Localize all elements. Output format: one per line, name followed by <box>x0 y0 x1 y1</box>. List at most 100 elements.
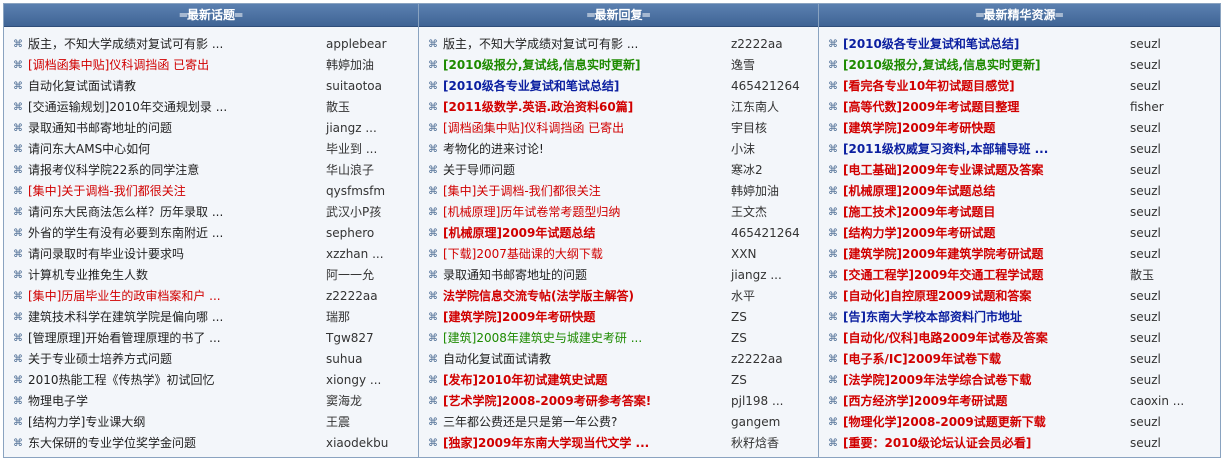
topic-link[interactable]: 考物化的进来讨论! <box>443 139 723 160</box>
author-link[interactable]: 窦海龙 <box>326 391 362 412</box>
author-link[interactable]: 毕业到 ... <box>326 139 377 160</box>
author-link[interactable]: suitaotoa <box>326 76 382 97</box>
author-link[interactable]: 水平 <box>731 286 755 307</box>
topic-link[interactable]: [看完各专业10年初试题目感觉] <box>843 76 1133 97</box>
author-link[interactable]: 江东南人 <box>731 97 779 118</box>
author-link[interactable]: 逸雪 <box>731 55 755 76</box>
author-link[interactable]: seuzl <box>1130 55 1161 76</box>
author-link[interactable]: seuzl <box>1130 286 1161 307</box>
author-link[interactable]: qysfmsfm <box>326 181 385 202</box>
author-link[interactable]: caoxin ... <box>1130 391 1184 412</box>
topic-link[interactable]: [2010级各专业复试和笔试总结] <box>843 34 1133 55</box>
topic-link[interactable]: [下载]2007基础课的大纲下载 <box>443 244 723 265</box>
topic-link[interactable]: 2010热能工程《传热学》初试回忆 <box>28 370 318 391</box>
topic-link[interactable]: 法学院信息交流专帖(法学版主解答) <box>443 286 723 307</box>
author-link[interactable]: 465421264 <box>731 76 800 97</box>
author-link[interactable]: ZS <box>731 370 747 391</box>
author-link[interactable]: seuzl <box>1130 244 1161 265</box>
author-link[interactable]: seuzl <box>1130 349 1161 370</box>
author-link[interactable]: z2222aa <box>731 34 783 55</box>
topic-link[interactable]: 录取通知书邮寄地址的问题 <box>443 265 723 286</box>
author-link[interactable]: seuzl <box>1130 370 1161 391</box>
author-link[interactable]: 瑞那 <box>326 307 350 328</box>
topic-link[interactable]: [告]东南大学校本部资料门市地址 <box>843 307 1133 328</box>
author-link[interactable]: 秋籽焓香 <box>731 433 779 454</box>
author-link[interactable]: seuzl <box>1130 139 1161 160</box>
topic-link[interactable]: [高等代数]2009年考试题目整理 <box>843 97 1133 118</box>
topic-link[interactable]: [管理原理]开始看管理原理的书了 ... <box>28 328 318 349</box>
author-link[interactable]: gangem <box>731 412 780 433</box>
topic-link[interactable]: [集中]关于调档-我们都很关注 <box>443 181 723 202</box>
topic-link[interactable]: [自动化]自控原理2009试题和答案 <box>843 286 1133 307</box>
author-link[interactable]: z2222aa <box>326 286 378 307</box>
author-link[interactable]: seuzl <box>1130 328 1161 349</box>
topic-link[interactable]: 版主，不知大学成绩对复试可有影 ... <box>28 34 318 55</box>
topic-link[interactable]: [建筑]2008年建筑史与城建史考研 ... <box>443 328 723 349</box>
author-link[interactable]: seuzl <box>1130 223 1161 244</box>
topic-link[interactable]: [建筑学院]2009年建筑学院考研试题 <box>843 244 1133 265</box>
topic-link[interactable]: [自动化/仪科]电路2009年试卷及答案 <box>843 328 1133 349</box>
author-link[interactable]: applebear <box>326 34 387 55</box>
author-link[interactable]: Tgw827 <box>326 328 374 349</box>
author-link[interactable]: z2222aa <box>731 349 783 370</box>
topic-link[interactable]: [艺术学院]2008-2009考研参考答案! <box>443 391 723 412</box>
topic-link[interactable]: 版主，不知大学成绩对复试可有影 ... <box>443 34 723 55</box>
author-link[interactable]: 阿一一允 <box>326 265 374 286</box>
author-link[interactable]: seuzl <box>1130 202 1161 223</box>
topic-link[interactable]: 关于导师问题 <box>443 160 723 181</box>
author-link[interactable]: 韩婷加油 <box>731 181 779 202</box>
author-link[interactable]: jiangz ... <box>731 265 782 286</box>
author-link[interactable]: 韩婷加油 <box>326 55 374 76</box>
topic-link[interactable]: [建筑学院]2009年考研快题 <box>843 118 1133 139</box>
author-link[interactable]: sephero <box>326 223 374 244</box>
topic-link[interactable]: [物理化学]2008-2009试题更新下载 <box>843 412 1133 433</box>
topic-link[interactable]: 请报考仪科学院22系的同学注意 <box>28 160 318 181</box>
topic-link[interactable]: [交通运输规划]2010年交通规划录 ... <box>28 97 318 118</box>
author-link[interactable]: 465421264 <box>731 223 800 244</box>
topic-link[interactable]: [调档函集中贴]仪科调挡函 已寄出 <box>28 55 318 76</box>
author-link[interactable]: seuzl <box>1130 118 1161 139</box>
topic-link[interactable]: [独家]2009年东南大学现当代文学 ... <box>443 433 723 454</box>
topic-link[interactable]: [集中]历届毕业生的政审档案和户 ... <box>28 286 318 307</box>
topic-link[interactable]: 计算机专业推免生人数 <box>28 265 318 286</box>
author-link[interactable]: ZS <box>731 307 747 328</box>
author-link[interactable]: seuzl <box>1130 433 1161 454</box>
author-link[interactable]: xiongy ... <box>326 370 381 391</box>
author-link[interactable]: seuzl <box>1130 76 1161 97</box>
topic-link[interactable]: [电工基础]2009年专业课试题及答案 <box>843 160 1133 181</box>
author-link[interactable]: XXN <box>731 244 756 265</box>
topic-link[interactable]: [发布]2010年初试建筑史试题 <box>443 370 723 391</box>
author-link[interactable]: xzzhan ... <box>326 244 384 265</box>
topic-link[interactable]: 自动化复试面试请教 <box>28 76 318 97</box>
topic-link[interactable]: [西方经济学]2009年考研试题 <box>843 391 1133 412</box>
author-link[interactable]: seuzl <box>1130 307 1161 328</box>
topic-link[interactable]: [2010级报分,复试线,信息实时更新] <box>843 55 1133 76</box>
topic-link[interactable]: [调档函集中贴]仪科调挡函 已寄出 <box>443 118 723 139</box>
author-link[interactable]: xiaodekbu <box>326 433 388 454</box>
topic-link[interactable]: [机械原理]2009年试题总结 <box>843 181 1133 202</box>
author-link[interactable]: pjl198 ... <box>731 391 783 412</box>
author-link[interactable]: 寒冰2 <box>731 160 763 181</box>
author-link[interactable]: 散玉 <box>326 97 350 118</box>
author-link[interactable]: seuzl <box>1130 181 1161 202</box>
author-link[interactable]: 散玉 <box>1130 265 1154 286</box>
topic-link[interactable]: [施工技术]2009年考试题目 <box>843 202 1133 223</box>
topic-link[interactable]: 关于专业硕士培养方式问题 <box>28 349 318 370</box>
author-link[interactable]: jiangz ... <box>326 118 377 139</box>
author-link[interactable]: 宇目核 <box>731 118 767 139</box>
topic-link[interactable]: 物理电子学 <box>28 391 318 412</box>
topic-link[interactable]: [结构力学]2009年考研试题 <box>843 223 1133 244</box>
author-link[interactable]: 王文杰 <box>731 202 767 223</box>
author-link[interactable]: ZS <box>731 328 747 349</box>
topic-link[interactable]: [法学院]2009年法学综合试卷下载 <box>843 370 1133 391</box>
topic-link[interactable]: [2011级权威复习资料,本部辅导班 ... <box>843 139 1133 160</box>
topic-link[interactable]: [集中]关于调档-我们都很关注 <box>28 181 318 202</box>
author-link[interactable]: 小沫 <box>731 139 755 160</box>
topic-link[interactable]: 请问录取时有毕业设计要求吗 <box>28 244 318 265</box>
topic-link[interactable]: 外省的学生有没有必要到东南附近 ... <box>28 223 318 244</box>
topic-link[interactable]: 录取通知书邮寄地址的问题 <box>28 118 318 139</box>
topic-link[interactable]: 建筑技术科学在建筑学院是偏向哪 ... <box>28 307 318 328</box>
topic-link[interactable]: [电子系/IC]2009年试卷下载 <box>843 349 1133 370</box>
author-link[interactable]: seuzl <box>1130 412 1161 433</box>
topic-link[interactable]: 请问东大AMS中心如何 <box>28 139 318 160</box>
